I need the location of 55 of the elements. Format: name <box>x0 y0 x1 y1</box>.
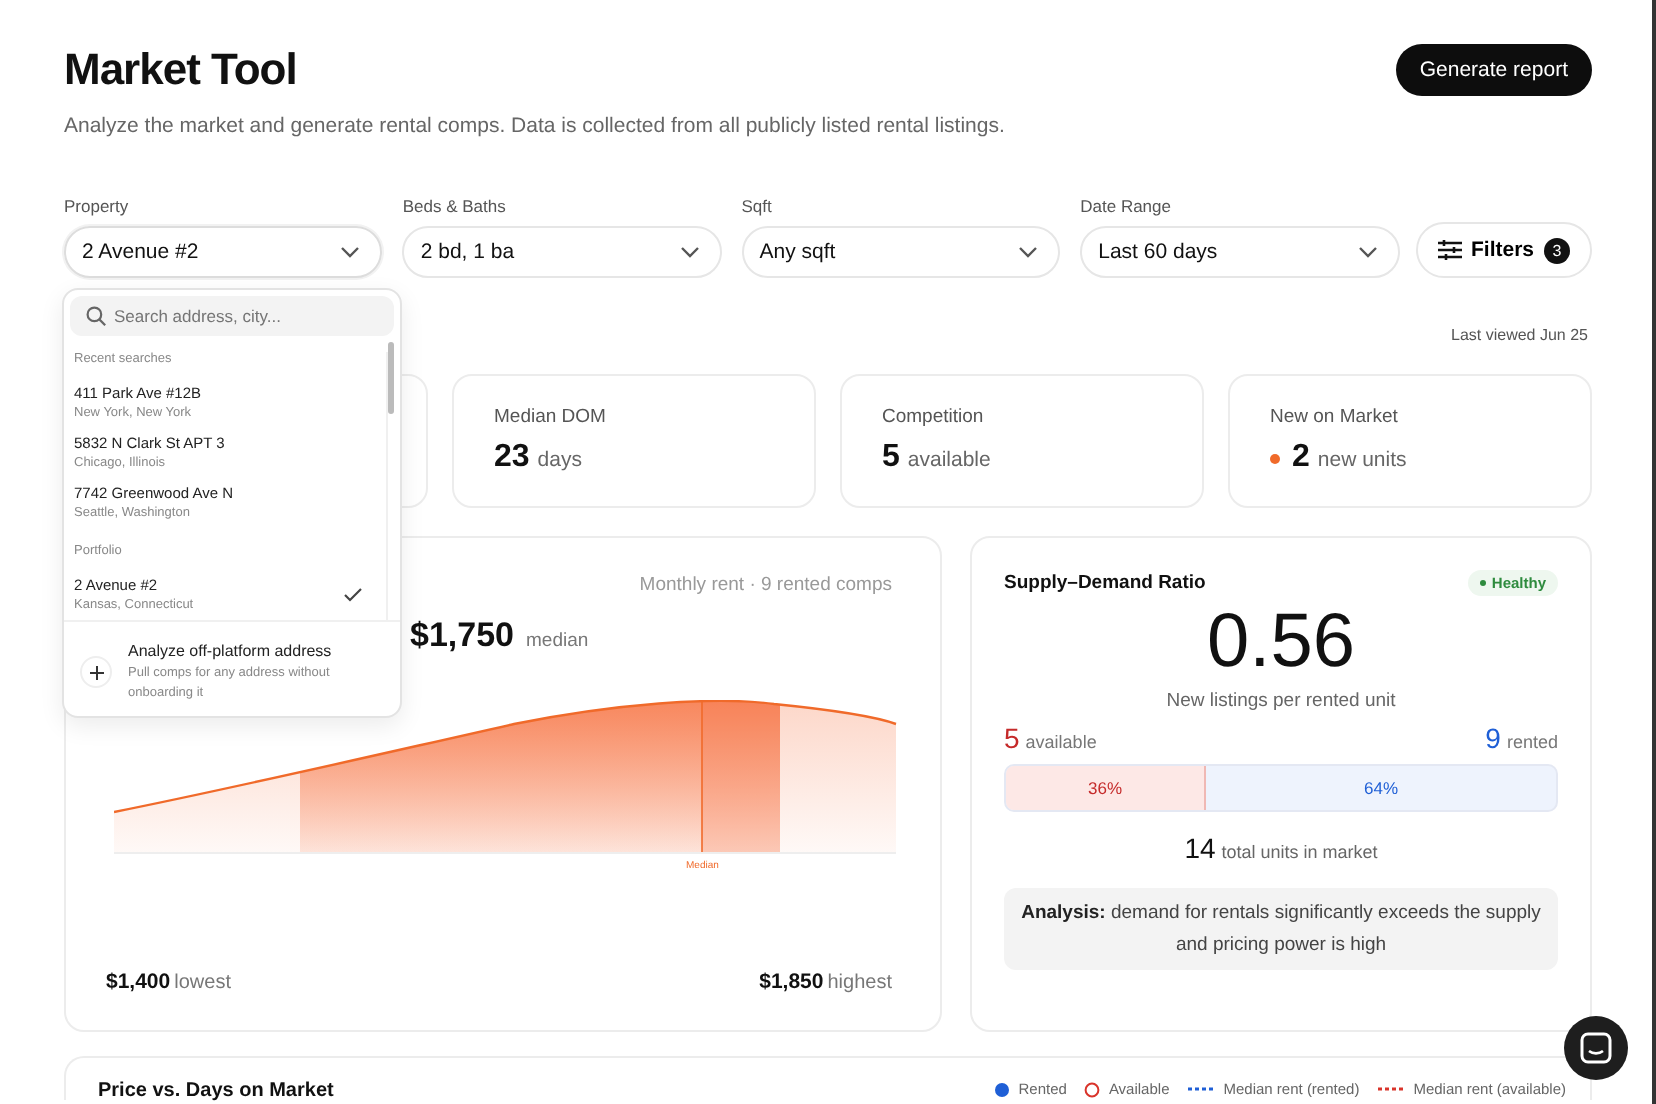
rented-share: 64% <box>1361 776 1400 802</box>
stat-value: 2 <box>1292 440 1310 476</box>
available-share: 36% <box>1006 766 1206 810</box>
filters-button[interactable]: Filters 3 <box>1415 222 1593 278</box>
stat-label: New on Market <box>1270 406 1400 428</box>
dropdown-select[interactable]: Any sqft <box>741 226 1061 278</box>
checkmark-icon <box>344 587 362 601</box>
page-title: Market Tool <box>64 44 299 96</box>
median-rent: $1,750 <box>410 616 514 656</box>
field-label: Beds & Baths <box>402 196 508 216</box>
unit-count: 9 <box>1485 722 1501 754</box>
ratio-caption: New listings per rented unit <box>1164 690 1398 712</box>
lowest-rent: $1,400 <box>106 970 171 994</box>
dropdown-select[interactable]: Last 60 days <box>1080 226 1399 278</box>
plus-icon[interactable] <box>80 656 112 689</box>
unit-count-label: rented <box>1506 732 1558 752</box>
stat-label: Median DOM <box>494 406 608 428</box>
chevron-down-icon <box>1018 246 1039 258</box>
chevron-down-icon <box>1357 246 1377 258</box>
chat-icon <box>1580 1032 1612 1064</box>
stat-value: 5 <box>882 440 900 476</box>
total-units: 14 <box>1184 832 1216 864</box>
count-badge: 3 <box>1544 237 1571 263</box>
search-field[interactable]: Search address, city... <box>70 296 394 336</box>
highest-rent: $1,850 <box>759 970 824 994</box>
sliders-icon <box>1437 240 1461 260</box>
field-label: Sqft <box>741 196 774 216</box>
stat-unit: new units <box>1317 448 1407 472</box>
dropdown-select[interactable]: 2 bd, 1 ba <box>402 226 722 278</box>
card-title: Supply–Demand Ratio <box>1004 572 1206 594</box>
stat-unit: available <box>907 448 991 472</box>
unit-count: 5 <box>1004 722 1020 754</box>
last-viewed-text: Last viewed Jun 25 <box>1449 326 1588 344</box>
chat-button[interactable] <box>1564 1016 1628 1080</box>
rent-label: highest <box>827 972 892 994</box>
stat-unit: days <box>537 448 582 472</box>
ratio-value: 0.56 <box>1205 604 1357 680</box>
analysis-note: Analysis: demand for rentals significantly exceeds the supply and pricing power is high <box>1004 888 1558 971</box>
action-title[interactable]: Analyze off-platform address <box>128 642 384 660</box>
rent-label: lowest <box>174 972 231 994</box>
field-label: Property <box>64 196 131 216</box>
stat-value: 23 <box>494 440 530 476</box>
page-subtitle: Analyze the market and generate rental comps. Data is collected from all publicly listed rental listings. <box>64 114 1005 138</box>
rent-caption: Monthly rent · 9 rented comps <box>639 574 892 596</box>
generate-report-button[interactable]: Generate report <box>1395 44 1592 96</box>
dropdown-select[interactable]: 2 Avenue #2 <box>64 226 383 278</box>
scrollbar[interactable] <box>388 342 394 414</box>
total-units-label: total units in market <box>1221 842 1378 862</box>
median-label: median <box>526 630 589 652</box>
unit-count-label: available <box>1025 732 1097 752</box>
card-title: Price vs. Days on Market <box>98 1080 334 1102</box>
chevron-down-icon <box>679 246 700 258</box>
stat-label: Competition <box>882 406 986 428</box>
field-label: Date Range <box>1080 196 1173 216</box>
chevron-down-icon <box>340 246 361 258</box>
